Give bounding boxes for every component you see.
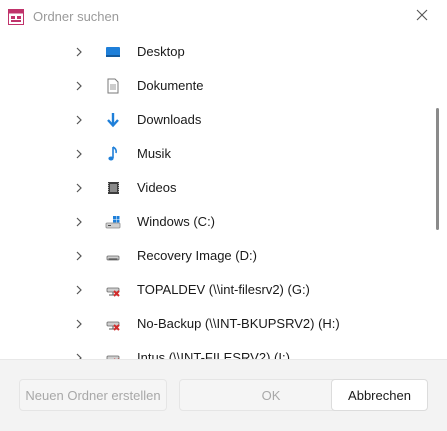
dialog-footer: Neuen Ordner erstellen OK Abbrechen xyxy=(0,359,447,431)
vertical-scrollbar[interactable] xyxy=(432,35,447,359)
tree-item-downloads[interactable]: Downloads xyxy=(0,103,432,137)
chevron-right-icon[interactable] xyxy=(73,113,85,127)
close-icon xyxy=(416,8,428,26)
tree-item-label: Videos xyxy=(137,180,177,195)
tree-item-label: Dokumente xyxy=(137,78,204,93)
chevron-right-icon[interactable] xyxy=(73,79,85,93)
tree-item-drive-d[interactable]: Recovery Image (D:) xyxy=(0,239,432,273)
tree-item-drive-c[interactable]: Windows (C:) xyxy=(0,205,432,239)
folder-browser-dialog: Ordner suchen Desktop Dokumente Download… xyxy=(0,0,447,431)
chevron-right-icon[interactable] xyxy=(73,249,85,263)
chevron-right-icon[interactable] xyxy=(73,283,85,297)
tree-item-drive-h[interactable]: No-Backup (\\INT-BKUPSRV2) (H:) xyxy=(0,307,432,341)
network-drive-disconnected-icon xyxy=(104,349,122,359)
music-icon xyxy=(104,145,122,163)
scrollbar-thumb[interactable] xyxy=(436,108,439,230)
chevron-right-icon[interactable] xyxy=(73,147,85,161)
dialog-title: Ordner suchen xyxy=(33,9,119,24)
video-icon xyxy=(104,179,122,197)
chevron-right-icon[interactable] xyxy=(73,317,85,331)
tree-item-label: Desktop xyxy=(137,44,185,59)
tree-item-desktop[interactable]: Desktop xyxy=(0,35,432,69)
tree-item-label: Windows (C:) xyxy=(137,214,216,229)
app-icon xyxy=(8,9,24,25)
chevron-right-icon[interactable] xyxy=(73,351,85,359)
chevron-right-icon[interactable] xyxy=(73,181,85,195)
windows-drive-icon xyxy=(104,213,122,231)
tree-item-drive-g[interactable]: TOPALDEV (\\int-filesrv2) (G:) xyxy=(0,273,432,307)
title-bar: Ordner suchen xyxy=(0,0,447,35)
tree-item-label: Intus (\\INT-FILESRV2) (I:) xyxy=(137,350,290,359)
tree-item-label: TOPALDEV (\\int-filesrv2) (G:) xyxy=(137,282,310,297)
desktop-icon xyxy=(104,43,122,61)
tree-item-label: No-Backup (\\INT-BKUPSRV2) (H:) xyxy=(137,316,340,331)
tree-item-videos[interactable]: Videos xyxy=(0,171,432,205)
chevron-right-icon[interactable] xyxy=(73,45,85,59)
tree-item-drive-i[interactable]: Intus (\\INT-FILESRV2) (I:) xyxy=(0,341,432,359)
tree-item-label: Musik xyxy=(137,146,171,161)
download-icon xyxy=(104,111,122,129)
tree-item-label: Downloads xyxy=(137,112,202,127)
document-icon xyxy=(104,77,122,95)
drive-icon xyxy=(104,247,122,265)
new-folder-button[interactable]: Neuen Ordner erstellen xyxy=(19,379,167,411)
cancel-button[interactable]: Abbrechen xyxy=(331,379,428,411)
network-drive-disconnected-icon xyxy=(104,315,122,333)
chevron-right-icon[interactable] xyxy=(73,215,85,229)
folder-tree[interactable]: Desktop Dokumente Downloads Musik Videos… xyxy=(0,35,432,359)
network-drive-disconnected-icon xyxy=(104,281,122,299)
tree-item-documents[interactable]: Dokumente xyxy=(0,69,432,103)
tree-item-music[interactable]: Musik xyxy=(0,137,432,171)
tree-item-label: Recovery Image (D:) xyxy=(137,248,257,263)
close-button[interactable] xyxy=(406,4,438,30)
